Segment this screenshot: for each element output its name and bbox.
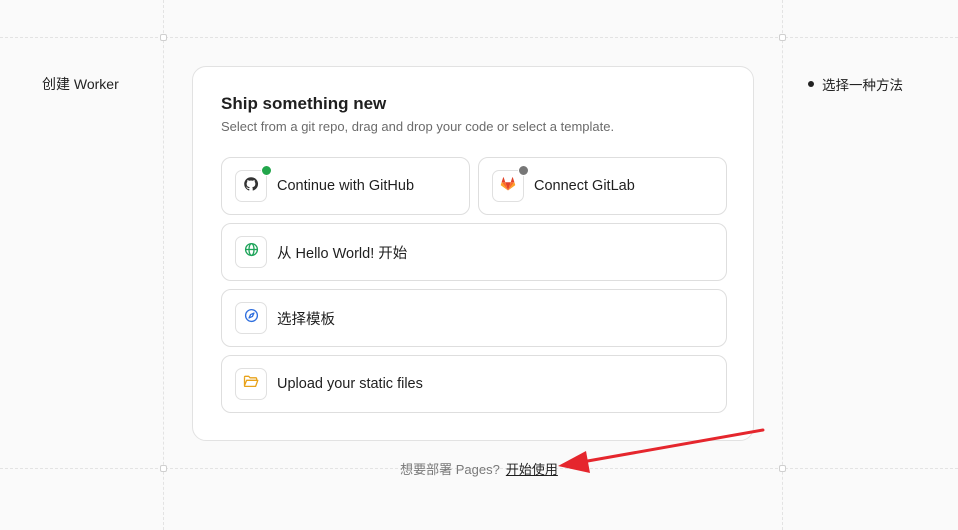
annotation-arrow-icon <box>558 428 765 473</box>
